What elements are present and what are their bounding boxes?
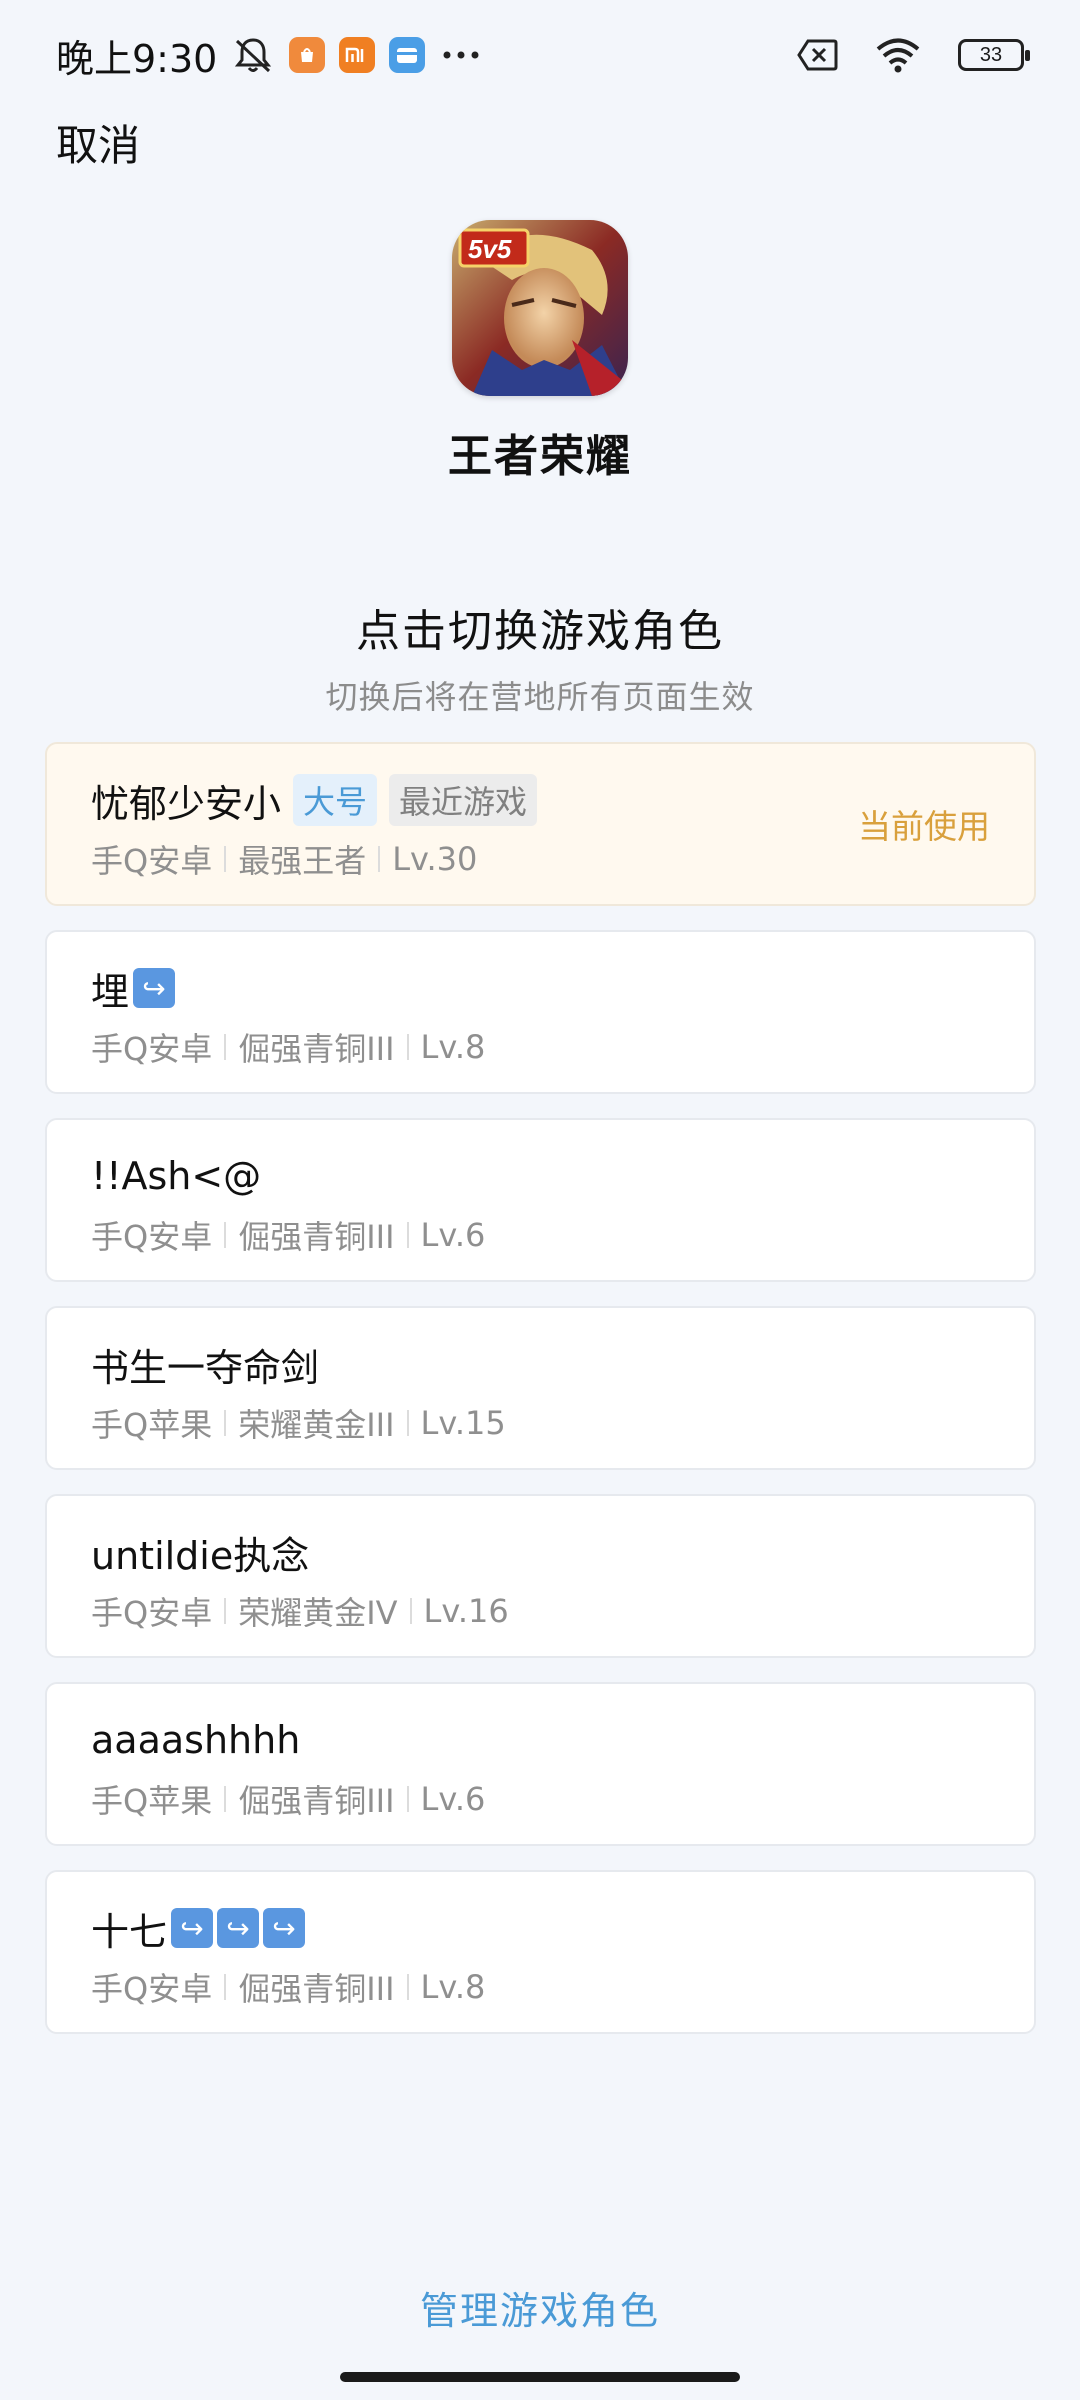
more-dots-icon — [439, 49, 483, 61]
section-title: 点击切换游戏角色 — [356, 606, 724, 657]
role-level: Lv.15 — [420, 1404, 506, 1442]
game-app-icon: 5v5 — [452, 220, 628, 396]
home-indicator[interactable] — [340, 2372, 740, 2382]
status-time: 晚上9:30 — [56, 36, 218, 81]
redirect-arrow-emoji-icon: ↪ — [171, 1908, 214, 1948]
meta-divider — [378, 846, 381, 872]
wifi-icon — [874, 36, 922, 74]
role-card[interactable]: 十七 ↪ ↪ ↪ 手Q安卓 倔强青铜III Lv.8 — [45, 1870, 1036, 2034]
role-name: !!Ash<@ — [91, 1154, 262, 1198]
redirect-arrow-emoji-icon: ↪ — [263, 1908, 306, 1948]
role-name: aaaashhhh — [91, 1718, 301, 1762]
meta-divider — [406, 1034, 409, 1060]
role-list: 忧郁少安小 大号 最近游戏 手Q安卓 最强王者 Lv.30 当前使用 埋 ↪ 手… — [45, 742, 1036, 2058]
role-rank: 倔强青铜III — [238, 1030, 395, 1068]
cancel-button[interactable]: 取消 — [56, 112, 140, 173]
role-card[interactable]: 埋 ↪ 手Q安卓 倔强青铜III Lv.8 — [45, 930, 1036, 1094]
role-level: Lv.6 — [420, 1216, 486, 1254]
role-card[interactable]: !!Ash<@ 手Q安卓 倔强青铜III Lv.6 — [45, 1118, 1036, 1282]
game-name: 王者荣耀 — [448, 431, 632, 482]
role-rank: 荣耀黄金IV — [238, 1594, 398, 1632]
role-rank: 荣耀黄金III — [238, 1406, 395, 1444]
role-rank: 倔强青铜III — [238, 1218, 395, 1256]
role-name: untildie执念 — [91, 1533, 310, 1578]
meta-divider — [224, 846, 227, 872]
meta-divider — [406, 1974, 409, 2000]
role-platform: 手Q苹果 — [91, 1406, 213, 1444]
role-name: 书生一夺命剑 — [91, 1345, 320, 1390]
role-platform: 手Q安卓 — [91, 1030, 213, 1068]
meta-divider — [224, 1598, 227, 1624]
wallet-icon — [389, 37, 426, 73]
mi-app-icon — [339, 37, 376, 73]
role-card[interactable]: aaaashhhh 手Q苹果 倔强青铜III Lv.6 — [45, 1682, 1036, 1846]
role-platform: 手Q苹果 — [91, 1782, 213, 1820]
role-platform: 手Q安卓 — [91, 1218, 213, 1256]
role-level: Lv.8 — [420, 1028, 486, 1066]
role-level: Lv.16 — [423, 1592, 509, 1630]
meta-divider — [224, 1410, 227, 1436]
meta-divider — [406, 1786, 409, 1812]
role-name: 十七 — [91, 1909, 168, 1954]
meta-divider — [224, 1786, 227, 1812]
role-name: 埋 — [91, 969, 130, 1014]
meta-divider — [224, 1034, 227, 1060]
role-platform: 手Q安卓 — [91, 1970, 213, 2008]
role-card[interactable]: untildie执念 手Q安卓 荣耀黄金IV Lv.16 — [45, 1494, 1036, 1658]
mi-store-icon — [289, 37, 326, 73]
current-use-label: 当前使用 — [858, 807, 990, 846]
role-platform: 手Q安卓 — [91, 842, 213, 880]
section-subtitle: 切换后将在营地所有页面生效 — [325, 678, 755, 716]
battery-icon: 33 — [958, 39, 1030, 71]
role-platform: 手Q安卓 — [91, 1594, 213, 1632]
meta-divider — [409, 1598, 412, 1624]
redirect-arrow-emoji-icon: ↪ — [217, 1908, 260, 1948]
role-card[interactable]: 书生一夺命剑 手Q苹果 荣耀黄金III Lv.15 — [45, 1306, 1036, 1470]
meta-divider — [224, 1222, 227, 1248]
status-bar: 晚上9:30 33 — [0, 0, 1080, 110]
role-level: Lv.30 — [392, 840, 478, 878]
tag-recent-game: 最近游戏 — [389, 774, 538, 826]
role-rank: 倔强青铜III — [238, 1782, 395, 1820]
manage-roles-button[interactable]: 管理游戏角色 — [0, 2280, 1080, 2335]
meta-divider — [406, 1410, 409, 1436]
role-rank: 倔强青铜III — [238, 1970, 395, 2008]
tag-main-account: 大号 — [293, 774, 378, 826]
game-icon-badge: 5v5 — [468, 234, 512, 264]
mute-bell-icon — [231, 35, 275, 75]
role-level: Lv.8 — [420, 1968, 486, 2006]
meta-divider — [224, 1974, 227, 2000]
redirect-arrow-emoji-icon: ↪ — [133, 968, 176, 1008]
meta-divider — [406, 1222, 409, 1248]
role-rank: 最强王者 — [238, 842, 367, 880]
role-level: Lv.6 — [420, 1780, 486, 1818]
battery-level: 33 — [979, 43, 1003, 66]
sim-off-icon — [796, 38, 838, 72]
role-name: 忧郁少安小 — [91, 781, 282, 826]
role-card-current[interactable]: 忧郁少安小 大号 最近游戏 手Q安卓 最强王者 Lv.30 当前使用 — [45, 742, 1036, 906]
